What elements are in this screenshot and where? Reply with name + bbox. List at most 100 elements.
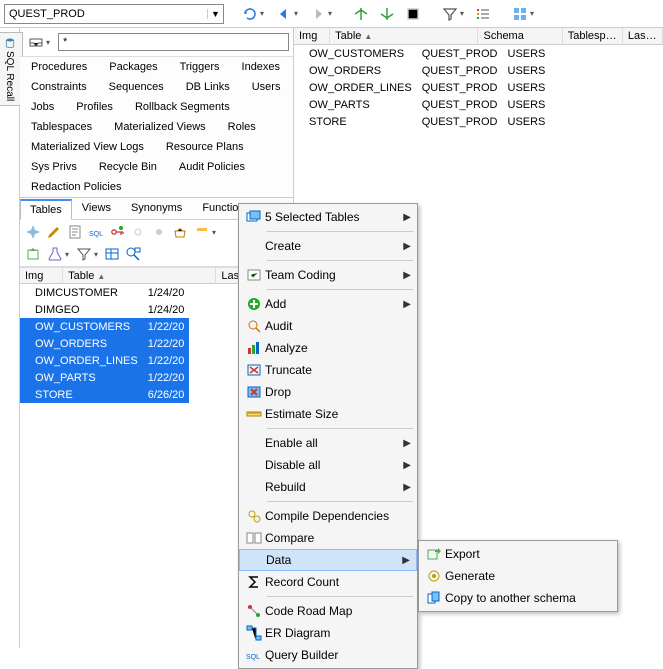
category-tab[interactable]: Tablespaces [20,117,103,137]
svg-text:SQL: SQL [89,231,103,238]
export-button[interactable] [23,244,43,264]
category-tab[interactable]: Jobs [20,97,65,117]
object-filter-input[interactable] [58,33,289,51]
sub-tab-synonyms[interactable]: Synonyms [121,198,192,219]
menu-rebuild[interactable]: Rebuild▶ [239,476,417,498]
category-tab[interactable]: Materialized Views [103,117,217,137]
menu-disable-all[interactable]: Disable all▶ [239,454,417,476]
list-options-button[interactable] [472,3,494,25]
menu-data[interactable]: Data▶ [239,549,417,571]
table-row[interactable]: OW_ORDERS1/22/20 [20,335,189,352]
category-tab[interactable]: Indexes [231,57,292,77]
category-tab[interactable]: Constraints [20,77,98,97]
category-tab[interactable]: Procedures [20,57,98,77]
collapse-all-button[interactable] [350,3,372,25]
menu-add[interactable]: Add▶ [239,293,417,315]
category-tab[interactable]: Sys Privs [20,157,88,177]
table-row[interactable]: OW_ORDERSQUEST_PRODUSERS [294,62,560,79]
debug-button[interactable] [149,222,169,242]
menu-create[interactable]: Create▶ [239,235,417,257]
col-img[interactable]: Img [20,267,63,284]
table-row[interactable]: DIMCUSTOMER1/24/20 [20,284,189,301]
col-tablespace[interactable]: Tablespace [563,28,623,45]
menu-query-builder[interactable]: SQLQuery Builder [239,644,417,666]
table-row[interactable]: OW_PARTSQUEST_PRODUSERS [294,96,560,113]
new-object-button[interactable] [23,222,43,242]
sub-tab-tables[interactable]: Tables [20,199,72,220]
edit-object-button[interactable] [44,222,64,242]
menu-enable-all[interactable]: Enable all▶ [239,432,417,454]
menu-compare[interactable]: Compare [239,527,417,549]
sql-button[interactable]: SQL [86,222,106,242]
table-row[interactable]: STOREQUEST_PRODUSERS [294,113,560,130]
category-tab[interactable]: Resource Plans [155,137,255,157]
menu-estimate-size[interactable]: Estimate Size [239,403,417,425]
submenu-export[interactable]: Export [419,543,617,565]
main-toolbar: ▼ ▾ ▾ ▾ ▾ ▾ [0,0,663,28]
menu-truncate[interactable]: Truncate [239,359,417,381]
col-last-analyzed[interactable]: Last An [623,28,663,45]
table-row[interactable]: OW_ORDER_LINESQUEST_PRODUSERS [294,79,560,96]
submenu-generate[interactable]: Generate [419,565,617,587]
menu-compile-dependencies[interactable]: Compile Dependencies [239,505,417,527]
table-row[interactable]: OW_CUSTOMERS1/22/20 [20,318,189,335]
category-tab[interactable]: Packages [98,57,168,77]
submenu-copy-schema[interactable]: Copy to another schema [419,587,617,609]
menu-selected-tables[interactable]: 5 Selected Tables ▶ [239,206,417,228]
table-row[interactable]: STORE6/26/20 [20,386,189,403]
category-tab[interactable]: Audit Policies [168,157,256,177]
refresh-button[interactable]: ▾ [238,3,268,25]
compile-button[interactable] [128,222,148,242]
favorites-button[interactable] [170,222,190,242]
category-tab[interactable]: Users [241,77,292,97]
table-row[interactable]: OW_ORDER_LINES1/22/20 [20,352,189,369]
pane-menu-button[interactable]: ▾ [24,31,54,53]
category-tab[interactable]: Sequences [98,77,175,97]
category-tab[interactable]: Redaction Policies [20,177,133,197]
category-tab[interactable]: Recycle Bin [88,157,168,177]
filter-button[interactable]: ▾ [438,3,468,25]
expand-all-button[interactable] [376,3,398,25]
menu-er-diagram[interactable]: ER Diagram [239,622,417,644]
col-schema[interactable]: Schema [478,28,562,45]
lhs-filter-button[interactable]: ▾ [73,244,101,264]
col-table[interactable]: Table▲ [63,267,216,284]
sort-asc-icon: ▲ [97,272,105,281]
sql-recall-label: SQL Recall [4,51,15,101]
menu-code-road-map[interactable]: Code Road Map [239,600,417,622]
clear-button[interactable] [402,3,424,25]
category-tab[interactable]: Rollback Segments [124,97,241,117]
connection-dropdown-button[interactable]: ▼ [207,9,223,19]
selected-tables-grid: Img Table▲ Schema Tablespace Last An OW_… [294,28,663,130]
category-tab[interactable]: Triggers [169,57,231,77]
sub-tab-views[interactable]: Views [72,198,121,219]
nav-forward-button[interactable]: ▾ [306,3,336,25]
table-row[interactable]: DIMGEO1/24/20 [20,301,189,318]
more-actions-button[interactable]: ▾ [191,222,219,242]
menu-audit[interactable]: Audit [239,315,417,337]
category-tab[interactable]: DB Links [175,77,241,97]
find-button[interactable] [123,244,143,264]
category-tab[interactable]: Profiles [65,97,124,117]
submenu-arrow-icon: ▶ [403,460,411,471]
menu-drop[interactable]: Drop [239,381,417,403]
connection-combo[interactable]: ▼ [4,4,224,24]
clear-filter-button[interactable] [102,244,122,264]
submenu-arrow-icon: ▶ [403,270,411,281]
menu-record-count[interactable]: Record Count [239,571,417,593]
table-row[interactable]: OW_PARTS1/22/20 [20,369,189,386]
privileges-button[interactable] [107,222,127,242]
category-tab[interactable]: Materialized View Logs [20,137,155,157]
col-table[interactable]: Table▲ [330,28,478,45]
quick-filter-button[interactable]: ▾ [44,244,72,264]
category-tab[interactable]: Roles [217,117,267,137]
menu-team-coding[interactable]: Team Coding▶ [239,264,417,286]
script-button[interactable] [65,222,85,242]
col-img[interactable]: Img [294,28,330,45]
connection-input[interactable] [5,5,207,23]
sql-recall-tab[interactable]: SQL Recall [0,28,20,648]
menu-analyze[interactable]: Analyze [239,337,417,359]
nav-back-button[interactable]: ▾ [272,3,302,25]
view-mode-button[interactable]: ▾ [508,3,538,25]
table-row[interactable]: OW_CUSTOMERSQUEST_PRODUSERS [294,45,560,62]
